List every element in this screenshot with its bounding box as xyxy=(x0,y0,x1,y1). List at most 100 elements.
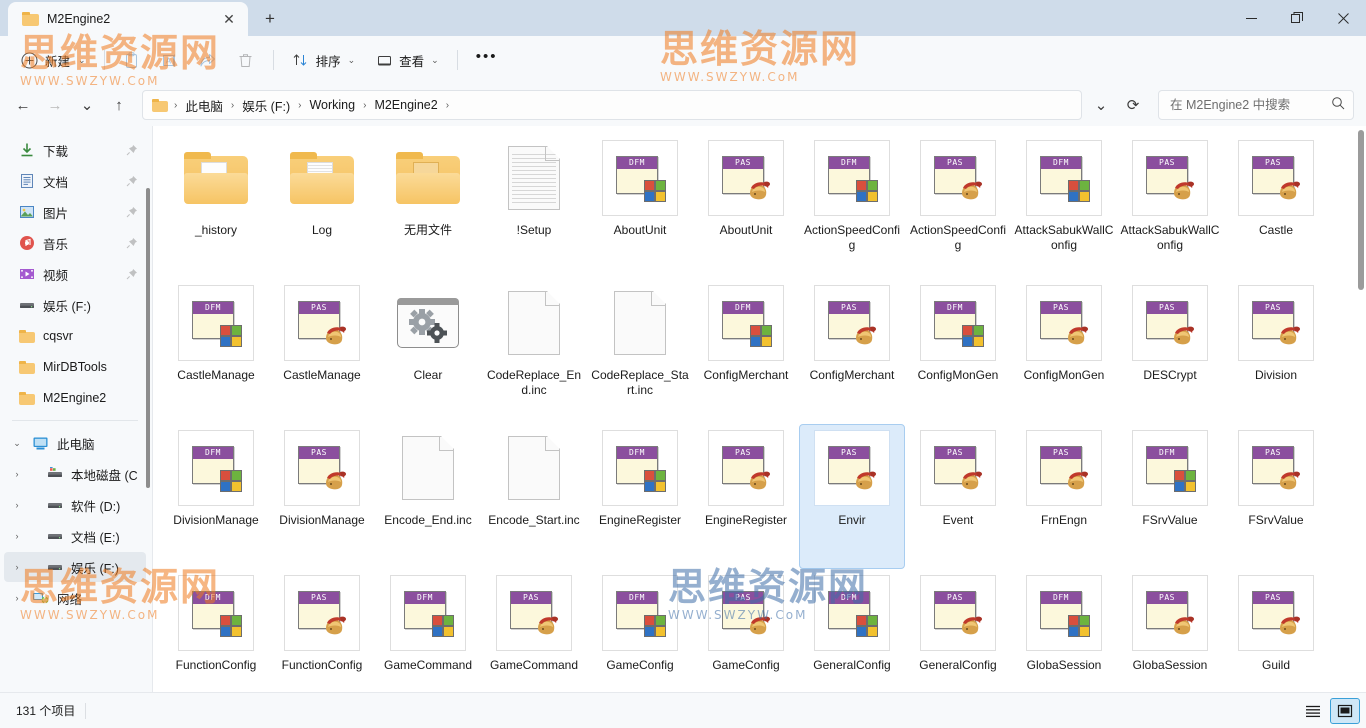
file-item[interactable]: DFM ConfigMerchant xyxy=(693,279,799,424)
sidebar-item-5[interactable]: 娱乐 (F:) xyxy=(4,290,146,320)
new-tab-button[interactable]: + xyxy=(254,4,286,34)
expander-icon[interactable]: › xyxy=(10,562,24,572)
sidebar-item-0[interactable]: 下载 xyxy=(4,135,146,165)
sidebar-item-3[interactable]: 音乐 xyxy=(4,228,146,258)
file-item[interactable]: PAS FSrvValue xyxy=(1223,424,1329,569)
file-item[interactable]: PAS Envir xyxy=(799,424,905,569)
close-tab-icon[interactable]: ✕ xyxy=(216,6,242,32)
sidebar-item-1[interactable]: 文档 xyxy=(4,166,146,196)
file-item[interactable]: PAS GameCommand xyxy=(481,569,587,692)
file-item[interactable]: DFM ActionSpeedConfig xyxy=(799,134,905,279)
file-item[interactable]: PAS FunctionConfig xyxy=(269,569,375,692)
file-item[interactable]: Encode_End.inc xyxy=(375,424,481,569)
tree-item-5[interactable]: › 网络 xyxy=(4,583,146,613)
view-button[interactable]: 查看 ⌄ xyxy=(366,44,448,76)
new-item-button[interactable]: 新建 ⌄ xyxy=(14,44,95,76)
more-options-button[interactable]: ••• xyxy=(467,44,507,76)
file-item[interactable]: DFM GameCommand xyxy=(375,569,481,692)
tree-item-0[interactable]: ⌄ 此电脑 xyxy=(4,428,146,458)
breadcrumb-item-3[interactable]: M2Engine2 xyxy=(369,95,442,115)
file-item[interactable]: !Setup xyxy=(481,134,587,279)
breadcrumb-item-0[interactable]: 此电脑 xyxy=(180,93,228,118)
expander-icon[interactable]: › xyxy=(10,593,24,603)
file-item[interactable]: DFM ConfigMonGen xyxy=(905,279,1011,424)
sort-button[interactable]: 排序 ⌄ xyxy=(283,44,365,76)
search-input[interactable] xyxy=(1170,98,1320,112)
pin-icon[interactable] xyxy=(126,144,138,156)
file-item[interactable]: PAS Division xyxy=(1223,279,1329,424)
paste-button[interactable] xyxy=(114,44,150,76)
file-item[interactable]: PAS Castle xyxy=(1223,134,1329,279)
close-window-button[interactable] xyxy=(1320,0,1366,36)
file-item[interactable]: CodeReplace_Start.inc xyxy=(587,279,693,424)
file-item[interactable]: PAS DivisionManage xyxy=(269,424,375,569)
file-item[interactable]: PAS DESCrypt xyxy=(1117,279,1223,424)
large-icons-view-button[interactable] xyxy=(1330,697,1360,724)
file-item[interactable]: PAS Event xyxy=(905,424,1011,569)
file-item[interactable]: 无用文件 xyxy=(375,134,481,279)
file-item[interactable]: DFM CastleManage xyxy=(163,279,269,424)
forward-button[interactable]: → xyxy=(40,90,70,120)
file-item[interactable]: DFM AttackSabukWallConfig xyxy=(1011,134,1117,279)
file-item[interactable]: DFM FSrvValue xyxy=(1117,424,1223,569)
file-item[interactable]: DFM DivisionManage xyxy=(163,424,269,569)
delete-button[interactable] xyxy=(228,44,264,76)
sidebar-item-2[interactable]: 图片 xyxy=(4,197,146,227)
file-item[interactable]: PAS ConfigMonGen xyxy=(1011,279,1117,424)
tree-item-4[interactable]: › 娱乐 (F:) xyxy=(4,552,146,582)
file-item[interactable]: PAS FrnEngn xyxy=(1011,424,1117,569)
file-item[interactable]: CodeReplace_End.inc xyxy=(481,279,587,424)
file-item[interactable]: PAS ConfigMerchant xyxy=(799,279,905,424)
file-item[interactable]: PAS EngineRegister xyxy=(693,424,799,569)
file-item[interactable]: DFM AboutUnit xyxy=(587,134,693,279)
file-item[interactable]: PAS GlobaSession xyxy=(1117,569,1223,692)
tree-item-2[interactable]: › 软件 (D:) xyxy=(4,490,146,520)
rename-button[interactable]: A xyxy=(152,44,188,76)
file-item[interactable]: PAS AboutUnit xyxy=(693,134,799,279)
file-list-view[interactable]: _history Log 无用文件 !Setup DFM AboutUnit PAS Abou… xyxy=(153,126,1366,692)
sidebar-item-7[interactable]: MirDBTools xyxy=(4,352,146,382)
file-item[interactable]: PAS Guild xyxy=(1223,569,1329,692)
file-item[interactable]: PAS GeneralConfig xyxy=(905,569,1011,692)
expander-icon[interactable]: › xyxy=(10,469,24,479)
sidebar-item-8[interactable]: M2Engine2 xyxy=(4,383,146,413)
file-item[interactable]: PAS ActionSpeedConfig xyxy=(905,134,1011,279)
search-box[interactable] xyxy=(1158,90,1354,120)
file-item[interactable]: DFM GeneralConfig xyxy=(799,569,905,692)
file-item[interactable]: DFM EngineRegister xyxy=(587,424,693,569)
breadcrumb[interactable]: › 此电脑 › 娱乐 (F:) › Working › M2Engine2 › xyxy=(142,90,1082,120)
share-button[interactable] xyxy=(190,44,226,76)
sidebar-item-6[interactable]: cqsvr xyxy=(4,321,146,351)
file-item[interactable]: PAS CastleManage xyxy=(269,279,375,424)
pin-icon[interactable] xyxy=(126,206,138,218)
breadcrumb-item-1[interactable]: 娱乐 (F:) xyxy=(237,93,295,118)
refresh-button[interactable]: ⟳ xyxy=(1118,90,1148,120)
expander-icon[interactable]: › xyxy=(10,500,24,510)
sidebar-item-4[interactable]: 视频 xyxy=(4,259,146,289)
file-item[interactable]: DFM GlobaSession xyxy=(1011,569,1117,692)
file-item[interactable]: _history xyxy=(163,134,269,279)
file-item[interactable]: Encode_Start.inc xyxy=(481,424,587,569)
minimize-button[interactable] xyxy=(1228,0,1274,36)
expander-icon[interactable]: › xyxy=(10,531,24,541)
file-item[interactable]: DFM GameConfig xyxy=(587,569,693,692)
recent-locations-button[interactable]: ⌄ xyxy=(72,90,102,120)
file-item[interactable]: DFM FunctionConfig xyxy=(163,569,269,692)
back-button[interactable]: ← xyxy=(8,90,38,120)
expander-icon[interactable]: ⌄ xyxy=(10,438,24,449)
file-item[interactable]: Clear xyxy=(375,279,481,424)
pin-icon[interactable] xyxy=(126,237,138,249)
tab-m2engine2[interactable]: M2Engine2 ✕ xyxy=(8,2,248,36)
list-view-button[interactable] xyxy=(1298,698,1328,724)
up-button[interactable]: ↑ xyxy=(104,90,134,120)
tree-item-3[interactable]: › 文档 (E:) xyxy=(4,521,146,551)
content-scrollbar[interactable] xyxy=(1358,130,1364,290)
sidebar-scrollbar[interactable] xyxy=(146,188,150,488)
address-dropdown-button[interactable]: ⌄ xyxy=(1086,90,1116,120)
file-item[interactable]: PAS GameConfig xyxy=(693,569,799,692)
restore-button[interactable] xyxy=(1274,0,1320,36)
pin-icon[interactable] xyxy=(126,268,138,280)
tree-item-1[interactable]: › 本地磁盘 (C:) xyxy=(4,459,146,489)
breadcrumb-item-2[interactable]: Working xyxy=(304,95,360,115)
file-item[interactable]: Log xyxy=(269,134,375,279)
